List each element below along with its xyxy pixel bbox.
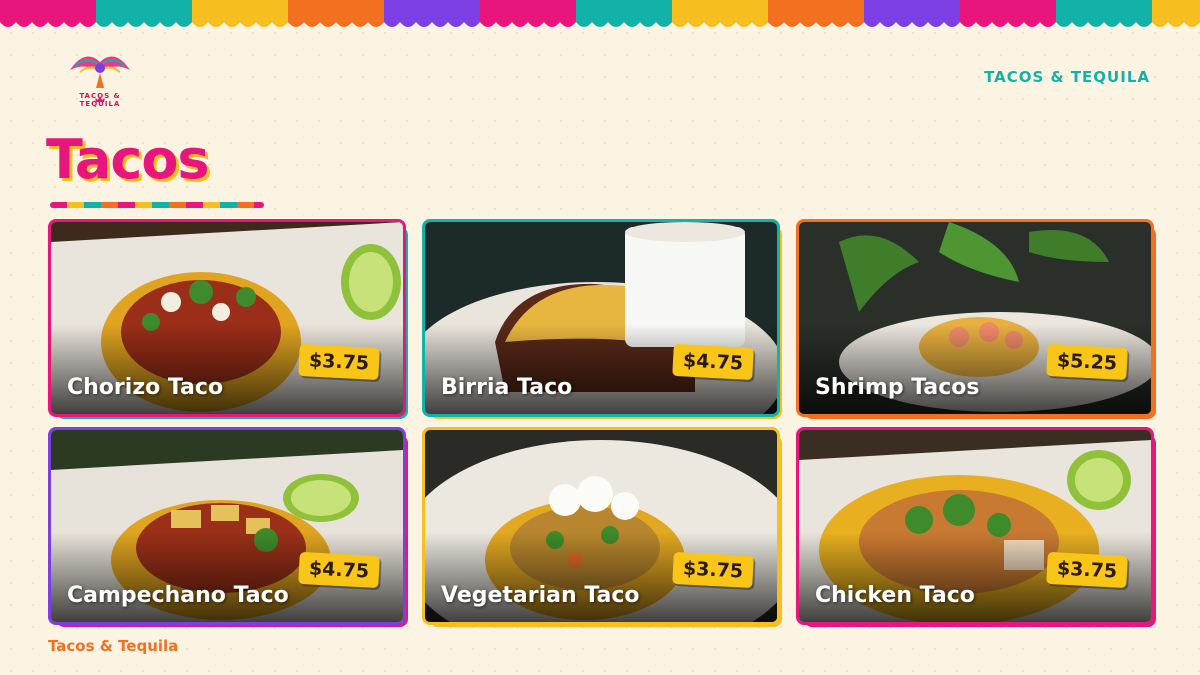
banner-flag	[96, 0, 192, 27]
menu-item-name: Chorizo Taco	[67, 375, 224, 400]
banner-flag	[960, 0, 1056, 27]
menu-card-vegetarian[interactable]: Vegetarian Taco $3.75	[422, 427, 782, 627]
menu-card-campechano[interactable]: Campechano Taco $4.75	[48, 427, 408, 627]
banner-flag	[192, 0, 288, 27]
logo-subtext: TACOS & TEQUILA	[79, 92, 121, 108]
banner-flag	[768, 0, 864, 27]
banner-flag	[864, 0, 960, 27]
banner-flag	[480, 0, 576, 27]
footer-tagline: Tacos & Tequila	[48, 637, 179, 655]
banner-flag	[576, 0, 672, 27]
menu-grid: Chorizo Taco $3.75 Birria Taco $4.75 Shr…	[48, 219, 1156, 627]
header-tagline: TACOS & TEQUILA	[984, 68, 1150, 86]
banner-flag	[672, 0, 768, 27]
menu-card-birria[interactable]: Birria Taco $4.75	[422, 219, 782, 419]
menu-item-name: Vegetarian Taco	[441, 583, 640, 608]
banner-flag	[288, 0, 384, 27]
price-badge: $3.75	[672, 551, 754, 589]
menu-card-chicken[interactable]: Chicken Taco $3.75	[796, 427, 1156, 627]
price-badge: $3.75	[1046, 551, 1128, 589]
price-badge: $4.75	[298, 551, 380, 589]
menu-item-name: Shrimp Tacos	[815, 375, 980, 400]
banner-flag	[1152, 0, 1200, 27]
price-badge: $5.25	[1046, 343, 1128, 381]
menu-item-name: Campechano Taco	[67, 583, 289, 608]
section-title: Tacos	[46, 128, 210, 191]
banner-flag	[0, 0, 96, 27]
menu-item-name: Chicken Taco	[815, 583, 975, 608]
papel-picado-banner	[0, 0, 1200, 27]
title-underline-stripe	[50, 202, 264, 208]
menu-card-shrimp[interactable]: Shrimp Tacos $5.25	[796, 219, 1156, 419]
banner-flag	[1056, 0, 1152, 27]
menu-card-chorizo[interactable]: Chorizo Taco $3.75	[48, 219, 408, 419]
price-badge: $4.75	[672, 343, 754, 381]
price-badge: $3.75	[298, 343, 380, 381]
banner-flag	[384, 0, 480, 27]
menu-item-name: Birria Taco	[441, 375, 573, 400]
